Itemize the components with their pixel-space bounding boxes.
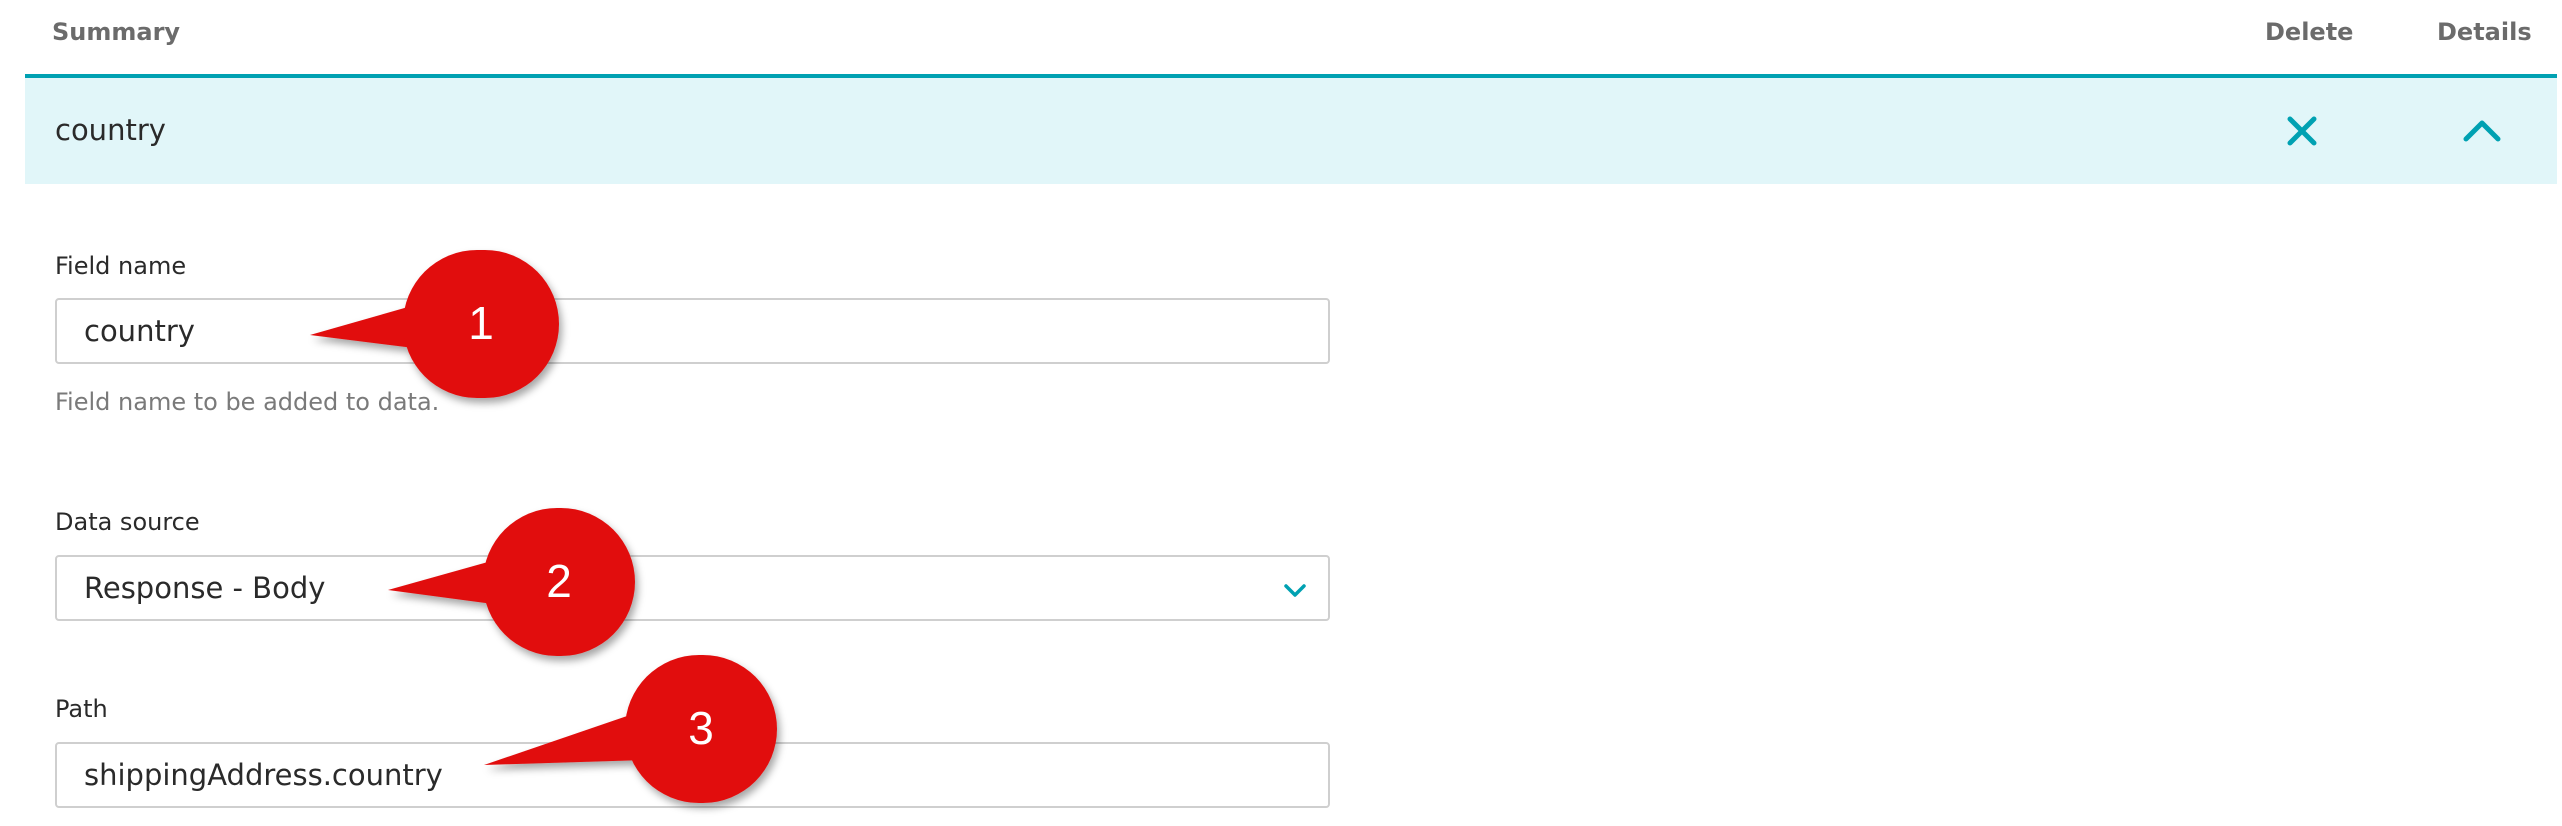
column-header-details: Details	[2437, 18, 2532, 46]
chevron-down-icon	[1284, 584, 1306, 597]
callout-1: 1	[310, 250, 559, 398]
data-source-value: Response - Body	[84, 571, 326, 605]
delete-button[interactable]	[2272, 101, 2332, 161]
close-icon	[2287, 116, 2317, 146]
column-header-summary: Summary	[52, 18, 181, 46]
data-source-label: Data source	[55, 508, 200, 536]
collapse-details-button[interactable]	[2452, 101, 2512, 161]
callout-2: 2	[388, 508, 635, 656]
table-row-expanded[interactable]: country	[25, 78, 2557, 184]
data-source-select[interactable]: Response - Body	[55, 555, 1330, 621]
column-header-delete: Delete	[2265, 18, 2354, 46]
field-name-input[interactable]: country	[55, 298, 1330, 364]
callout-3-label: 3	[688, 702, 714, 754]
callout-2-label: 2	[546, 555, 572, 607]
callout-3: 3	[484, 655, 777, 803]
row-summary-text: country	[55, 113, 166, 147]
path-label: Path	[55, 695, 108, 723]
chevron-up-icon	[2463, 120, 2501, 142]
field-name-value: country	[84, 314, 195, 348]
callout-1-label: 1	[468, 297, 494, 349]
field-name-label: Field name	[55, 252, 187, 280]
path-value: shippingAddress.country	[84, 758, 443, 792]
